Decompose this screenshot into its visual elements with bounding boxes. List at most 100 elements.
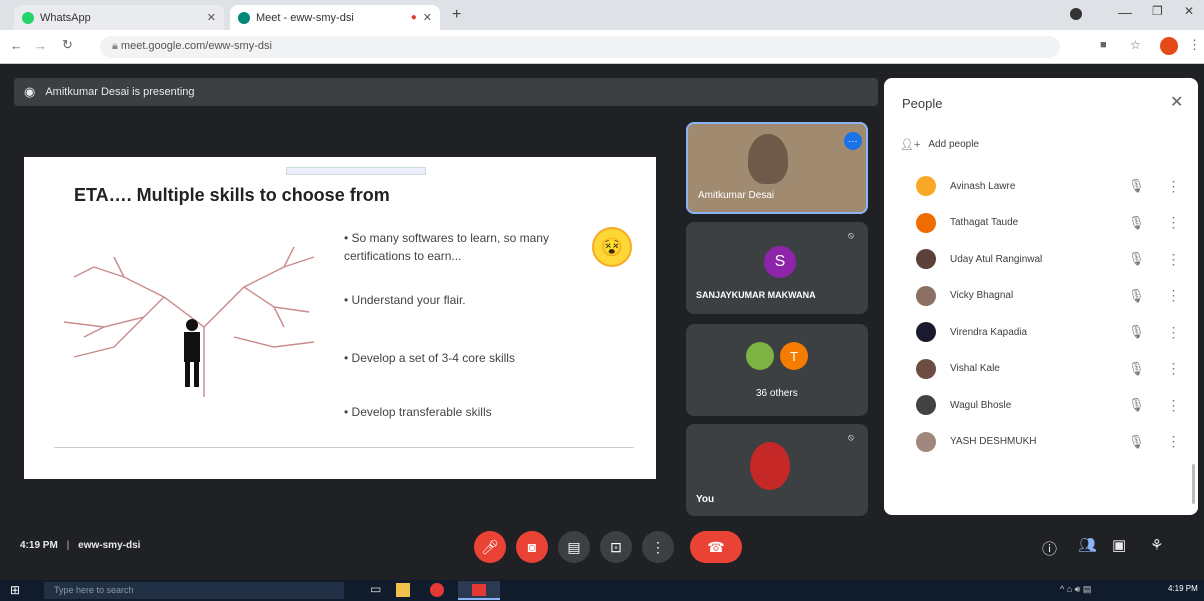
more-vert-icon[interactable]: ⋮: [1167, 360, 1181, 377]
chrome-icon[interactable]: [430, 583, 444, 597]
reload-icon[interactable]: ↻: [62, 37, 73, 53]
participant-tile-sanjay[interactable]: S SANJAYKUMAR MAKWANA ⦸: [686, 222, 868, 314]
new-tab-button[interactable]: +: [452, 6, 461, 24]
camera-toggle-button[interactable]: ◙: [516, 531, 548, 563]
presenting-bar: ◉ Amitkumar Desai is presenting: [14, 78, 878, 106]
task-view-icon[interactable]: ▭: [370, 582, 381, 596]
tab-label: WhatsApp: [40, 11, 91, 24]
participant-tile-you[interactable]: You ⦸: [686, 424, 868, 516]
more-vert-icon[interactable]: ⋮: [1167, 397, 1181, 414]
mic-off-icon: 🎙︎: [1128, 251, 1145, 266]
profile-avatar[interactable]: [1160, 37, 1178, 55]
windows-start-icon[interactable]: ⊞: [10, 583, 20, 597]
more-vert-icon[interactable]: ⋮: [1167, 178, 1181, 195]
avatar: [916, 285, 936, 306]
windows-taskbar: ⊞ Type here to search ▭ ^ ⌂ 🔊︎ ▤ 4:19 PM: [0, 580, 1204, 601]
person-silhouette: [184, 319, 200, 387]
participant-row[interactable]: Vicky Bhagnal 🎙︎ ⋮: [884, 278, 1198, 314]
camera-icon[interactable]: ■: [1100, 39, 1107, 51]
meeting-code: eww-smy-dsi: [78, 540, 141, 551]
avatar: [916, 431, 936, 452]
tab-label: Meet - eww-smy-dsi: [256, 11, 354, 24]
presenter-icon: ◉: [24, 84, 36, 99]
chat-icon[interactable]: ▣: [1112, 536, 1126, 554]
participant-row[interactable]: Tathagat Taude 🎙︎ ⋮: [884, 205, 1198, 241]
mic-off-icon: 🎙︎: [1128, 397, 1145, 412]
present-icon: ⊡: [610, 538, 622, 555]
presenting-text: Amitkumar Desai is presenting: [45, 86, 195, 98]
avatar: [916, 249, 936, 269]
app-icon: [472, 584, 486, 596]
file-explorer-icon[interactable]: [396, 583, 410, 597]
more-vert-icon[interactable]: ⋮: [1167, 214, 1181, 231]
participant-row[interactable]: Uday Atul Ranginwal 🎙︎ ⋮: [884, 241, 1198, 277]
recording-dot-icon: ●: [410, 12, 417, 23]
participant-row[interactable]: Vishal Kale 🎙︎ ⋮: [884, 351, 1198, 387]
mic-off-icon: 🎙︎: [1128, 178, 1145, 193]
back-icon[interactable]: ←: [10, 38, 23, 53]
participant-row[interactable]: YASH DESHMUKH 🎙︎ ⋮: [884, 424, 1198, 460]
lock-icon: 🔒︎: [112, 40, 121, 52]
close-icon[interactable]: ✕: [207, 11, 216, 24]
slide-title: ETA…. Multiple skills to choose from: [74, 185, 390, 205]
bullet-3: • Develop a set of 3-4 core skills: [344, 351, 515, 365]
mic-toggle-button[interactable]: 🎤︎: [474, 531, 506, 563]
presenter-video: [748, 134, 788, 184]
participant-name: Uday Atul Ranginwal: [950, 253, 1043, 265]
participant-name: Vicky Bhagnal: [950, 290, 1014, 301]
participant-tile-presenter[interactable]: Amitkumar Desai ⋯: [686, 122, 868, 214]
star-icon[interactable]: ☆: [1130, 38, 1141, 52]
more-vert-icon[interactable]: ⋮: [1167, 324, 1181, 341]
add-people-label: Add people: [928, 139, 979, 150]
slide-divider: [54, 447, 634, 448]
add-person-icon: 👤︎+: [900, 139, 921, 151]
more-vert-icon: ⋮: [651, 538, 665, 555]
more-options-button[interactable]: ⋮: [642, 531, 674, 563]
hang-up-icon: ☎: [707, 538, 725, 555]
taskbar-search[interactable]: Type here to search: [44, 582, 344, 599]
tile-label: 36 others: [756, 388, 798, 399]
slide-toolbar: [286, 167, 426, 175]
more-vert-icon[interactable]: ⋮: [1167, 433, 1181, 450]
captions-button[interactable]: ▤: [558, 531, 590, 563]
mic-off-icon: ⦸: [848, 432, 854, 442]
bullet-2: • Understand your flair.: [344, 293, 466, 307]
profile-icon[interactable]: [1070, 8, 1082, 20]
bullet-4: • Develop transferable skills: [344, 405, 492, 419]
tile-label: You: [696, 494, 715, 505]
tab-whatsapp[interactable]: WhatsApp ✕: [14, 5, 224, 30]
whatsapp-icon: [22, 11, 34, 24]
present-button[interactable]: ⊡: [600, 531, 632, 563]
captions-icon: ▤: [567, 538, 581, 555]
avatar: [916, 395, 936, 415]
participant-row[interactable]: Wagul Bhosle 🎙︎ ⋮: [884, 387, 1198, 423]
leave-call-button[interactable]: ☎: [690, 531, 742, 563]
mic-off-icon: 🎙︎: [1128, 433, 1145, 449]
forward-icon[interactable]: →: [34, 38, 47, 53]
people-icon[interactable]: 👥︎: [1078, 536, 1097, 554]
participant-row[interactable]: Avinash Lawre 🎙︎ ⋮: [884, 168, 1198, 204]
maximize-icon[interactable]: ❐: [1152, 4, 1163, 18]
tab-meet[interactable]: Meet - eww-smy-dsi ● ✕: [230, 5, 440, 30]
add-people-button[interactable]: 👤︎+ Add people: [900, 138, 979, 151]
close-icon[interactable]: ✕: [1170, 92, 1183, 112]
menu-icon[interactable]: ⋮: [1188, 37, 1201, 53]
tree-illustration: [63, 246, 315, 397]
people-panel: People ✕ 👤︎+ Add people Avinash Lawre 🎙︎ ⋮…: [884, 78, 1198, 515]
minimize-icon[interactable]: —: [1118, 4, 1132, 20]
participant-name: Wagul Bhosle: [950, 399, 1012, 411]
close-icon[interactable]: ✕: [423, 11, 432, 24]
participant-tile-others[interactable]: T 36 others: [686, 324, 868, 416]
more-vert-icon[interactable]: ⋮: [1167, 287, 1181, 304]
avatar: [916, 358, 936, 379]
activities-icon[interactable]: ⚘: [1150, 536, 1163, 554]
meeting-time: 4:19 PM: [20, 540, 58, 551]
url-field[interactable]: 🔒︎ meet.google.com/eww-smy-dsi: [100, 36, 1060, 58]
more-vert-icon[interactable]: ⋮: [1167, 251, 1181, 268]
system-tray-icons[interactable]: ^ ⌂ 🔊︎ ▤: [1060, 584, 1091, 595]
close-window-icon[interactable]: ✕: [1184, 4, 1194, 18]
participant-row[interactable]: Virendra Kapadia 🎙︎ ⋮: [884, 314, 1198, 350]
scrollbar[interactable]: [1192, 464, 1195, 504]
info-icon[interactable]: ⓘ: [1042, 538, 1057, 559]
taskbar-app-meet[interactable]: [458, 581, 500, 600]
